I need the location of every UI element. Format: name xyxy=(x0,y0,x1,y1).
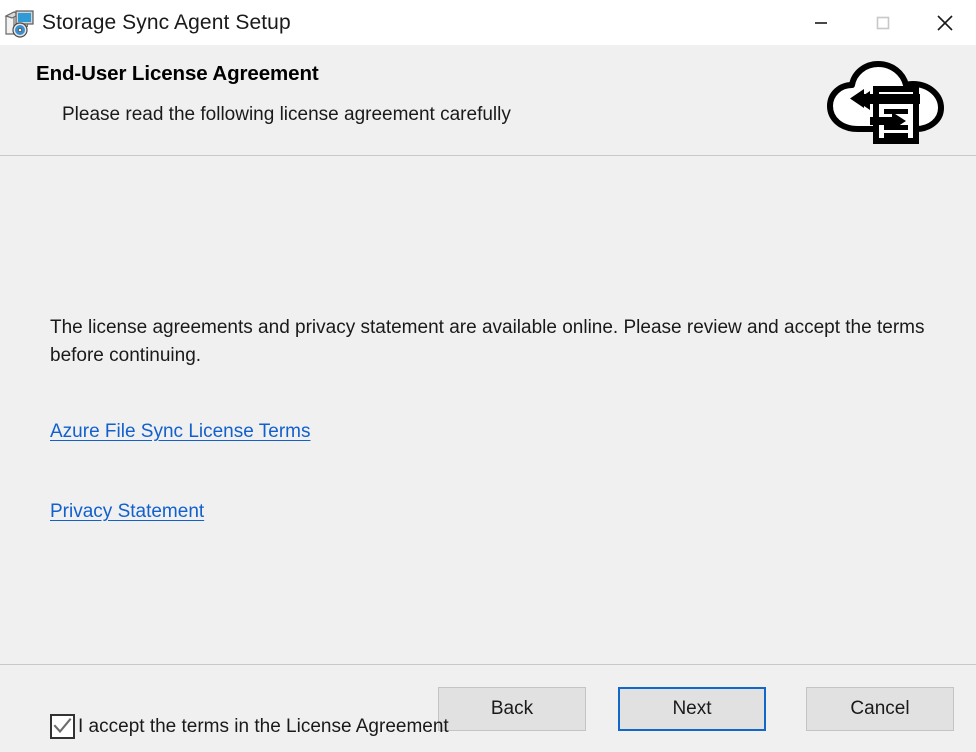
checkmark-icon xyxy=(53,718,72,735)
accept-terms-row[interactable]: I accept the terms in the License Agreem… xyxy=(50,714,449,739)
azure-file-sync-cloud-icon xyxy=(824,53,954,149)
setup-wizard-window: Storage Sync Agent Setup End-Us xyxy=(0,0,976,752)
close-button[interactable] xyxy=(914,0,976,45)
installer-package-icon xyxy=(4,7,36,39)
cancel-button[interactable]: Cancel xyxy=(806,687,954,731)
maximize-button[interactable] xyxy=(852,0,914,45)
next-button[interactable]: Next xyxy=(618,687,766,731)
accept-terms-label: I accept the terms in the License Agreem… xyxy=(78,716,449,738)
wizard-header: End-User License Agreement Please read t… xyxy=(0,45,976,156)
title-bar: Storage Sync Agent Setup xyxy=(0,0,976,45)
license-terms-link[interactable]: Azure File Sync License Terms xyxy=(50,421,310,443)
window-title: Storage Sync Agent Setup xyxy=(42,11,291,35)
maximize-icon xyxy=(873,13,893,33)
minimize-button[interactable] xyxy=(790,0,852,45)
license-intro-text: The license agreements and privacy state… xyxy=(50,314,934,370)
page-title: End-User License Agreement xyxy=(36,62,319,86)
caption-button-group xyxy=(790,0,976,45)
close-icon xyxy=(934,12,956,34)
privacy-statement-link[interactable]: Privacy Statement xyxy=(50,501,204,523)
back-button[interactable]: Back xyxy=(438,687,586,731)
minimize-icon xyxy=(811,13,831,33)
wizard-body: The license agreements and privacy state… xyxy=(0,156,976,665)
page-subtitle: Please read the following license agreem… xyxy=(62,104,511,126)
accept-terms-checkbox[interactable] xyxy=(50,714,75,739)
